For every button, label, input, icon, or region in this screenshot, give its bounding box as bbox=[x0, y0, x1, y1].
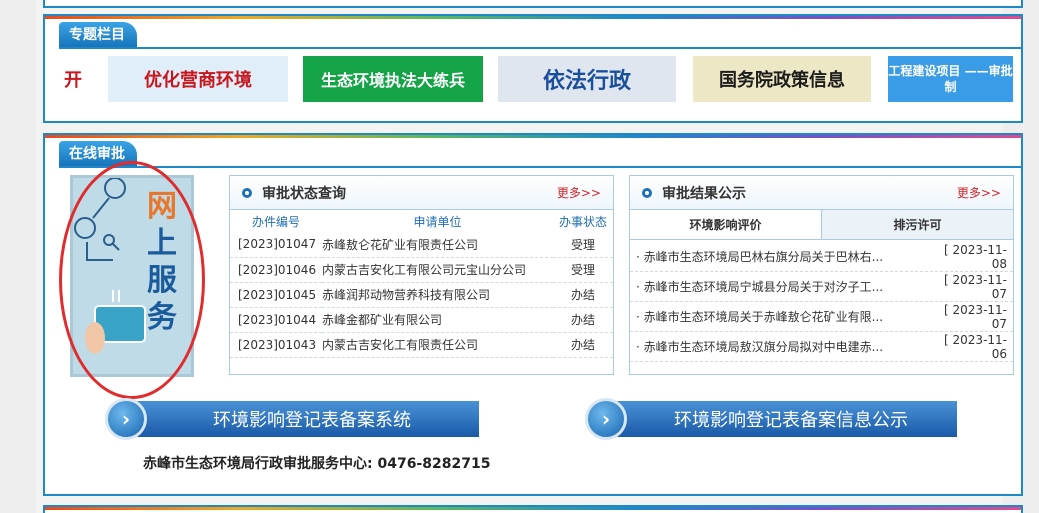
results-more-link[interactable]: 更多>> bbox=[957, 184, 1001, 201]
status-table: 办件编号 申请单位 办事状态 [2023]01047 赤峰敖仑花矿业有限责任公司… bbox=[230, 210, 613, 358]
status-query-title: 审批状态查询 bbox=[262, 185, 346, 202]
list-item[interactable]: · 赤峰市生态环境局关于赤峰敖仑花矿业有限... [ 2023-11-07 bbox=[630, 302, 1013, 332]
case-number: [2023]01044 bbox=[230, 307, 322, 333]
status-query-box: 审批状态查询 更多>> 办件编号 申请单位 办事状态 [2023]01047 赤… bbox=[229, 175, 614, 375]
next-panel bbox=[43, 505, 1023, 513]
panel-top-stripe-2 bbox=[45, 135, 1021, 138]
table-row[interactable]: [2023]01046 内蒙古吉安化工有限公司元宝山分公司 受理 bbox=[230, 257, 613, 283]
case-number: [2023]01043 bbox=[230, 332, 322, 358]
result-date: [ 2023-11-07 bbox=[944, 272, 1007, 301]
results-box: 审批结果公示 更多>> 环境影响评价 排污许可 · 赤峰市生态环境局巴林右旗分局… bbox=[629, 175, 1014, 375]
applicant: 赤峰润邦动物营养科技有限公司 bbox=[322, 282, 553, 308]
results-header: 审批结果公示 更多>> bbox=[630, 176, 1013, 210]
panel-top-stripe bbox=[45, 16, 1021, 19]
banner-business-environment[interactable]: 优化营商环境 bbox=[108, 56, 288, 102]
banner-engineering-approval-label: 工程建设项目 ——审批制 bbox=[888, 64, 1013, 94]
list-item[interactable]: · 赤峰市生态环境局宁城县分局关于对汐子工... [ 2023-11-07 bbox=[630, 272, 1013, 302]
table-row[interactable]: [2023]01047 赤峰敖仑花矿业有限责任公司 受理 bbox=[230, 232, 613, 258]
eia-filing-system-label: 环境影响登记表备案系统 bbox=[131, 401, 479, 437]
case-status: 办结 bbox=[553, 307, 613, 333]
case-number: [2023]01045 bbox=[230, 282, 322, 308]
banner-state-council-policy-label: 国务院政策信息 bbox=[719, 70, 845, 91]
col-applicant: 申请单位 bbox=[413, 214, 462, 229]
results-title: 审批结果公示 bbox=[662, 185, 746, 202]
tab-discharge-permit[interactable]: 排污许可 bbox=[822, 210, 1013, 239]
list-item[interactable]: · 赤峰市生态环境局巴林右旗分局关于巴林右... [ 2023-11-08 bbox=[630, 242, 1013, 272]
case-status: 办结 bbox=[553, 282, 613, 308]
applicant: 赤峰金都矿业有限公司 bbox=[322, 307, 553, 333]
bullet-icon bbox=[242, 187, 252, 198]
banner-open[interactable]: 开 bbox=[53, 56, 93, 102]
table-row[interactable]: [2023]01044 赤峰金都矿业有限公司 办结 bbox=[230, 307, 613, 333]
previous-panel bbox=[43, 0, 1023, 8]
special-columns-panel: 专题栏目 开 优化营商环境 生态环境执法大练兵 依法行政 国务院政策信息 工程建… bbox=[43, 14, 1023, 123]
result-title: · 赤峰市生态环境局宁城县分局关于对汐子工... bbox=[636, 280, 884, 294]
applicant: 赤峰敖仑花矿业有限责任公司 bbox=[322, 232, 553, 258]
result-date: [ 2023-11-07 bbox=[944, 302, 1007, 331]
result-title: · 赤峰市生态环境局敖汉旗分局拟对中电建赤... bbox=[636, 340, 884, 354]
chevron-right-icon: › bbox=[105, 398, 147, 440]
tag-underline bbox=[59, 47, 1021, 49]
case-number: [2023]01046 bbox=[230, 257, 322, 283]
result-date: [ 2023-11-08 bbox=[944, 242, 1007, 271]
list-item[interactable]: · 赤峰市生态环境局敖汉旗分局拟对中电建赤... [ 2023-11-06 bbox=[630, 332, 1013, 362]
case-status: 办结 bbox=[553, 332, 613, 358]
tab-eia[interactable]: 环境影响评价 bbox=[630, 210, 822, 239]
chevron-right-icon: › bbox=[585, 398, 627, 440]
eia-filing-info-button[interactable]: › 环境影响登记表备案信息公示 bbox=[585, 398, 957, 440]
result-date: [ 2023-11-06 bbox=[944, 332, 1007, 361]
eia-filing-system-button[interactable]: › 环境影响登记表备案系统 bbox=[105, 398, 479, 440]
case-status: 受理 bbox=[553, 257, 613, 283]
case-status: 受理 bbox=[553, 232, 613, 258]
banner-law-administration-label: 依法行政 bbox=[542, 69, 631, 94]
status-query-header: 审批状态查询 更多>> bbox=[230, 176, 613, 210]
col-status: 办事状态 bbox=[558, 214, 607, 229]
panel-top-stripe-3 bbox=[45, 507, 1021, 510]
banner-open-label: 开 bbox=[64, 70, 82, 91]
status-more-link[interactable]: 更多>> bbox=[557, 184, 601, 201]
banner-business-environment-label: 优化营商环境 bbox=[144, 70, 252, 91]
red-highlight-circle bbox=[59, 161, 205, 399]
col-case-number: 办件编号 bbox=[251, 214, 300, 229]
results-list: · 赤峰市生态环境局巴林右旗分局关于巴林右... [ 2023-11-08 · … bbox=[630, 240, 1013, 362]
bullet-icon bbox=[642, 187, 652, 198]
online-approval-panel: 在线审批 网 上 服 务 审批状态查询 更多>> 办件编号 申请单位 办事状态 … bbox=[43, 133, 1023, 496]
banner-enforcement-training-label: 生态环境执法大练兵 bbox=[320, 71, 465, 90]
table-row[interactable]: [2023]01043 内蒙古吉安化工有限责任公司 办结 bbox=[230, 332, 613, 358]
case-number: [2023]01047 bbox=[230, 232, 322, 258]
banner-enforcement-training[interactable]: 生态环境执法大练兵 bbox=[303, 56, 483, 102]
applicant: 内蒙古吉安化工有限公司元宝山分公司 bbox=[322, 257, 553, 283]
results-tabs: 环境影响评价 排污许可 bbox=[630, 210, 1013, 240]
applicant: 内蒙古吉安化工有限责任公司 bbox=[322, 332, 553, 358]
result-title: · 赤峰市生态环境局关于赤峰敖仑花矿业有限... bbox=[636, 310, 884, 324]
banner-engineering-approval[interactable]: 工程建设项目 ——审批制 bbox=[888, 56, 1013, 102]
table-row[interactable]: [2023]01045 赤峰润邦动物营养科技有限公司 办结 bbox=[230, 282, 613, 308]
tag-underline-2 bbox=[59, 166, 1021, 168]
eia-filing-info-label: 环境影响登记表备案信息公示 bbox=[611, 401, 957, 437]
result-title: · 赤峰市生态环境局巴林右旗分局关于巴林右... bbox=[636, 250, 884, 264]
left-gutter bbox=[0, 0, 36, 513]
service-center-contact: 赤峰市生态环境局行政审批服务中心: 0476-8282715 bbox=[143, 456, 491, 472]
special-columns-tag: 专题栏目 bbox=[59, 22, 137, 48]
banner-state-council-policy[interactable]: 国务院政策信息 bbox=[693, 56, 871, 102]
banner-law-administration[interactable]: 依法行政 bbox=[498, 56, 676, 102]
